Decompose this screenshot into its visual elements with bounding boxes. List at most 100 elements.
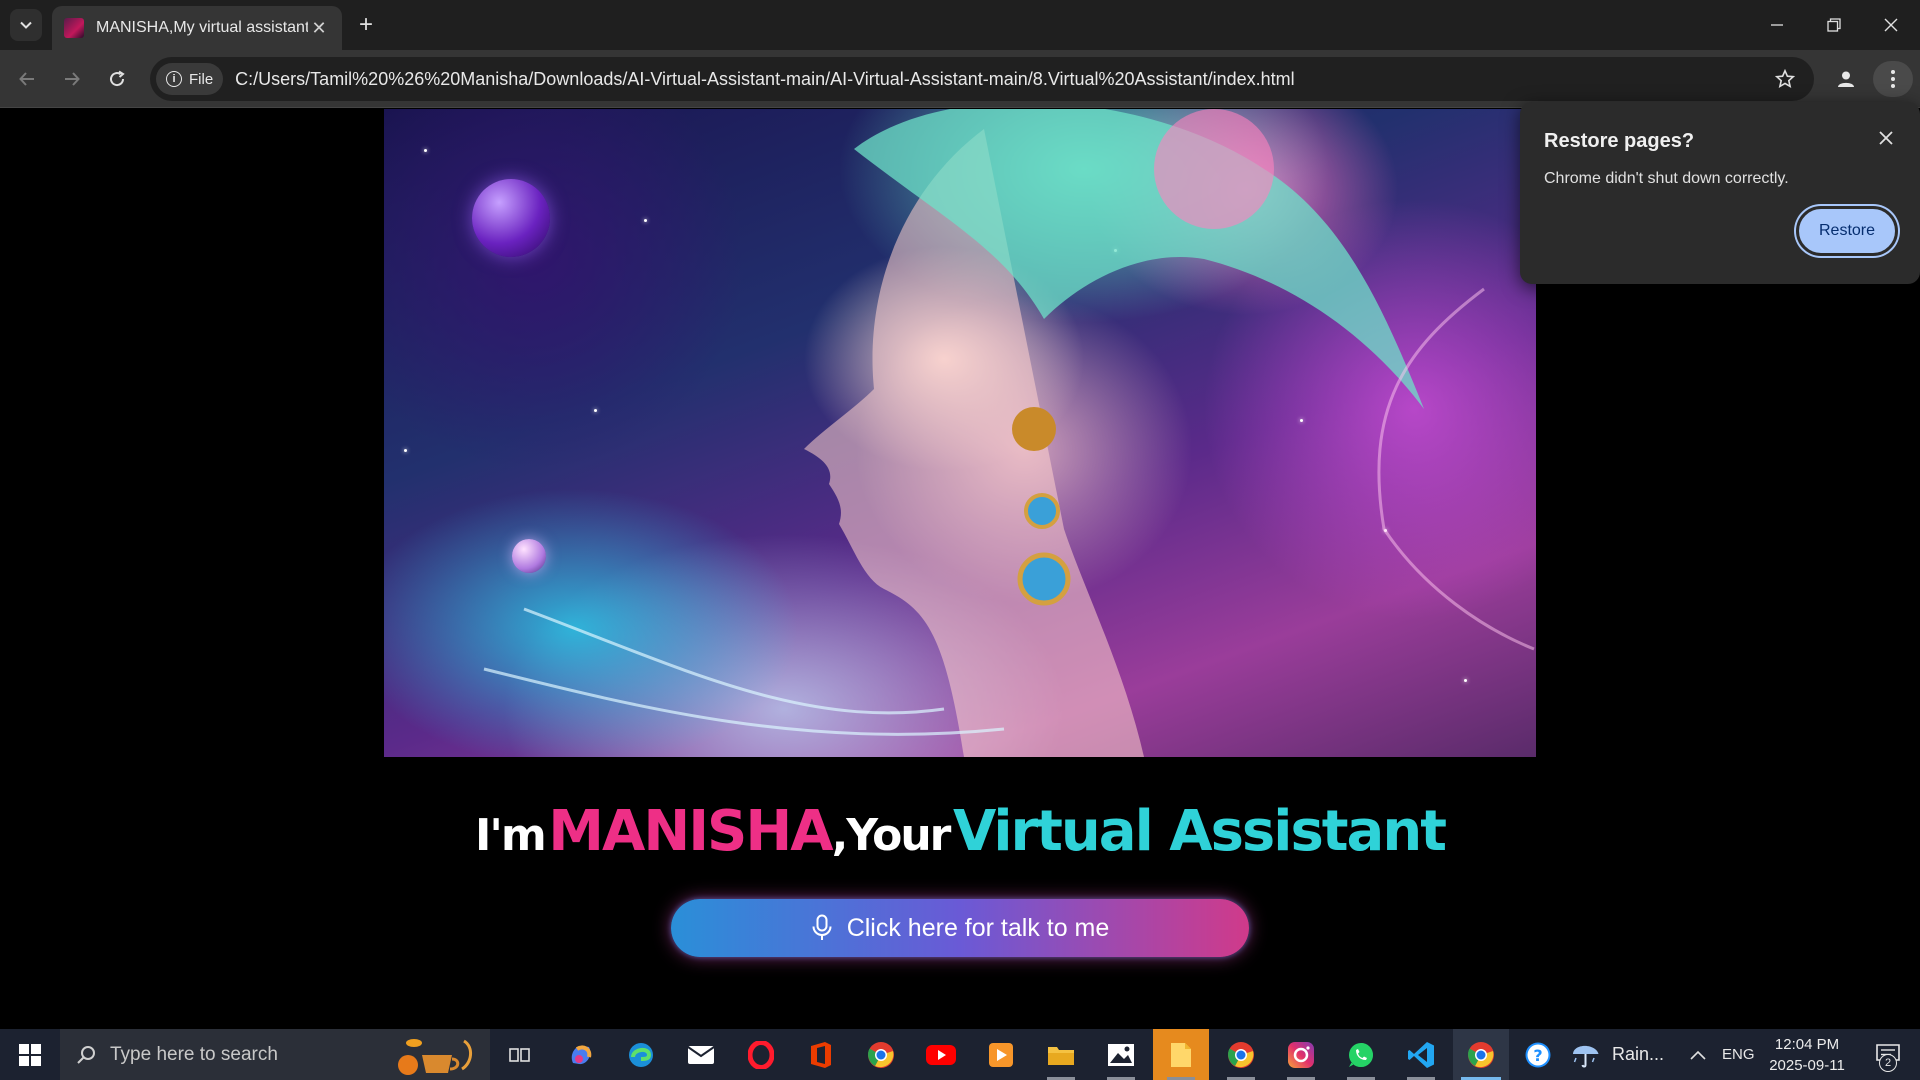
url-text[interactable]: C:/Users/Tamil%20%26%20Manisha/Downloads… — [235, 69, 1294, 90]
new-tab-button[interactable]: + — [352, 11, 380, 39]
file-explorer-button[interactable] — [1033, 1029, 1089, 1080]
windows-logo-icon — [19, 1043, 41, 1066]
chrome-profile-button[interactable] — [1213, 1029, 1269, 1080]
edge-icon — [629, 1042, 653, 1067]
media-player-icon — [989, 1042, 1013, 1067]
mail-icon — [687, 1045, 715, 1064]
photos-button[interactable] — [1093, 1029, 1149, 1080]
copilot-button[interactable] — [553, 1029, 609, 1080]
instagram-button[interactable] — [1273, 1029, 1329, 1080]
show-hidden-icons-button[interactable] — [1690, 1029, 1706, 1080]
files-icon — [1171, 1042, 1191, 1067]
page-title: I'm MANISHA,Your Virtual Assistant — [0, 799, 1920, 864]
reload-icon — [110, 70, 125, 87]
help-icon: ? — [1525, 1042, 1551, 1067]
forward-button[interactable] — [55, 62, 89, 96]
opera-icon — [748, 1040, 774, 1069]
talk-button-label: Click here for talk to me — [846, 913, 1110, 942]
headline-suffix: Virtual Assistant — [952, 799, 1447, 864]
arrow-right-icon — [65, 72, 80, 86]
minimize-button[interactable] — [1748, 0, 1806, 50]
taskbar: Type here to search ? Rain... ENG 12:04 … — [0, 1029, 1920, 1080]
notification-count-badge: 2 — [1879, 1054, 1897, 1072]
chrome-active-button[interactable] — [1453, 1029, 1509, 1080]
dialog-message: Chrome didn't shut down correctly. — [1544, 170, 1789, 187]
clock[interactable]: 12:04 PM 2025-09-11 — [1762, 1034, 1852, 1076]
mail-button[interactable] — [673, 1029, 729, 1080]
office-button[interactable] — [793, 1029, 849, 1080]
site-favicon-icon — [64, 18, 84, 38]
language-indicator[interactable]: ENG — [1722, 1029, 1755, 1080]
assistant-name: MANISHA — [548, 799, 833, 864]
chrome-button[interactable] — [853, 1029, 909, 1080]
browser-toolbar: i File C:/Users/Tamil%20%26%20Manisha/Do… — [0, 50, 1920, 108]
chevron-up-icon — [1690, 1050, 1706, 1060]
help-button[interactable]: ? — [1510, 1029, 1566, 1080]
weather-widget[interactable]: Rain... — [1570, 1029, 1664, 1080]
search-icon — [76, 1045, 96, 1065]
person-icon — [1838, 71, 1854, 87]
task-view-icon — [509, 1047, 530, 1062]
chrome-menu-button[interactable] — [1873, 61, 1913, 97]
edge-button[interactable] — [613, 1029, 669, 1080]
browser-tab[interactable]: MANISHA,My virtual assistant ✕ — [52, 6, 342, 50]
site-info-chip[interactable]: i File — [156, 63, 224, 95]
tab-close-icon[interactable]: ✕ — [308, 17, 330, 39]
file-explorer-icon — [1048, 1046, 1074, 1065]
tab-title: MANISHA,My virtual assistant — [96, 19, 308, 36]
tab-strip: MANISHA,My virtual assistant ✕ + — [0, 0, 1920, 50]
copilot-icon — [571, 1044, 592, 1064]
svg-text:?: ? — [1533, 1046, 1542, 1065]
headline-middle: ,Your — [831, 810, 952, 861]
talk-button[interactable]: Click here for talk to me — [671, 899, 1249, 957]
restore-pages-dialog: Restore pages? Chrome didn't shut down c… — [1520, 102, 1920, 284]
vscode-button[interactable] — [1393, 1029, 1449, 1080]
headline-prefix: I'm — [475, 810, 547, 861]
umbrella-rain-icon — [1573, 1045, 1599, 1067]
chrome-icon — [868, 1041, 894, 1068]
minimize-icon — [1771, 24, 1783, 26]
whatsapp-button[interactable] — [1333, 1029, 1389, 1080]
arrow-left-icon — [19, 72, 34, 86]
dialog-close-button[interactable] — [1872, 124, 1900, 152]
profile-button[interactable] — [1830, 63, 1862, 95]
files-button[interactable] — [1153, 1029, 1209, 1080]
back-button[interactable] — [10, 62, 44, 96]
weather-text: Rain... — [1612, 1044, 1665, 1064]
site-info-label: File — [189, 70, 214, 88]
clock-date: 2025-09-11 — [1769, 1057, 1845, 1074]
whatsapp-icon — [1349, 1042, 1373, 1067]
info-icon: i — [166, 71, 182, 87]
youtube-icon — [926, 1044, 956, 1065]
close-window-button[interactable] — [1862, 0, 1920, 50]
clock-time: 12:04 PM — [1774, 1036, 1840, 1053]
reload-button[interactable] — [100, 62, 134, 96]
address-bar[interactable]: i File C:/Users/Tamil%20%26%20Manisha/Do… — [150, 57, 1814, 101]
search-placeholder: Type here to search — [110, 1043, 278, 1065]
hero-image — [384, 109, 1536, 757]
vscode-icon — [1408, 1041, 1434, 1068]
office-icon — [811, 1041, 831, 1068]
close-icon — [1879, 131, 1893, 145]
taskbar-search-box[interactable]: Type here to search — [60, 1029, 490, 1080]
instagram-icon — [1288, 1041, 1314, 1068]
chrome-icon — [1228, 1041, 1254, 1068]
star-icon — [1775, 69, 1795, 89]
restore-window-button[interactable] — [1805, 0, 1863, 50]
bookmark-button[interactable] — [1770, 64, 1800, 94]
youtube-button[interactable] — [913, 1029, 969, 1080]
tab-search-button[interactable] — [10, 9, 42, 41]
portrait-illustration — [483, 109, 1535, 757]
photos-icon — [1108, 1043, 1134, 1066]
media-player-button[interactable] — [973, 1029, 1029, 1080]
chevron-down-icon — [20, 21, 32, 29]
start-button[interactable] — [0, 1029, 60, 1080]
chrome-icon — [1468, 1041, 1494, 1068]
restore-button[interactable]: Restore — [1796, 206, 1898, 256]
microphone-icon — [811, 914, 833, 942]
restore-window-icon — [1827, 18, 1841, 32]
more-vertical-icon — [1891, 70, 1895, 88]
task-view-button[interactable] — [492, 1029, 548, 1080]
opera-button[interactable] — [733, 1029, 789, 1080]
dialog-title: Restore pages? — [1544, 130, 1695, 152]
